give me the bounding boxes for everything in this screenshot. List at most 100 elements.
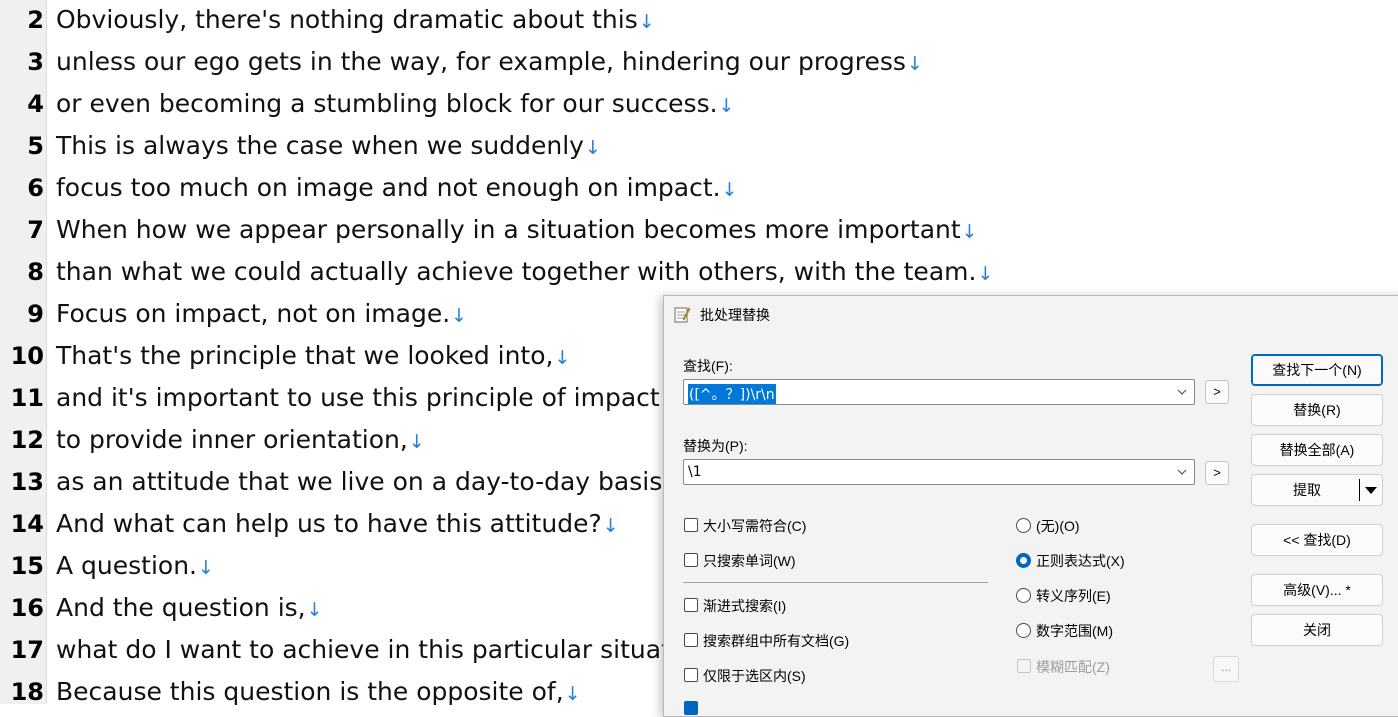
line-text[interactable]: A question.↓ [56,546,214,588]
line-text[interactable]: That's the principle that we looked into… [56,336,570,378]
find-previous-button[interactable]: << 查找(D) [1251,524,1383,556]
options-divider [683,582,988,583]
line-feed-arrow-icon: ↓ [198,557,214,579]
line-number: 14 [10,510,44,538]
advanced-button[interactable]: 高级(V)... * [1251,574,1383,606]
line-content[interactable]: to provide inner orientation, [56,425,408,454]
whole-word-checkbox[interactable] [684,553,698,567]
line-text[interactable]: And what can help us to have this attitu… [56,504,619,546]
line-content[interactable]: That's the principle that we looked into… [56,341,553,370]
selection-only-checkbox[interactable] [684,668,698,682]
find-combobox[interactable]: ([^。？])\r\n [683,379,1195,405]
chevron-down-icon[interactable] [1176,386,1188,398]
editor-line[interactable]: 5 This is always the case when we suddenl… [0,126,1398,168]
line-text[interactable]: This is always the case when we suddenly… [56,126,601,168]
line-feed-arrow-icon: ↓ [638,11,655,33]
incremental-search-checkbox[interactable] [684,598,698,612]
find-input[interactable]: ([^。？])\r\n [688,384,776,404]
editor-line[interactable]: 7 When how we appear personally in a situ… [0,210,1398,252]
line-number: 16 [10,594,44,622]
line-content[interactable]: And the question is, [56,593,306,622]
close-button[interactable]: 关闭 [1251,614,1383,646]
dialog-titlebar[interactable]: 批处理替换 [664,296,1398,333]
find-next-button[interactable]: 查找下一个(N) [1251,354,1383,386]
notepad-pencil-icon [674,307,690,323]
match-case-label[interactable]: 大小写需符合(C) [703,516,806,536]
line-text[interactable]: Because this question is the opposite of… [56,672,581,714]
editor-line[interactable]: 8 than what we could actually achieve tog… [0,252,1398,294]
line-text[interactable]: When how we appear personally in a situa… [56,210,978,252]
mode-none-label[interactable]: (无)(O) [1036,516,1080,536]
mode-number-range-label[interactable]: 数字范围(M) [1036,621,1113,641]
line-content[interactable]: And what can help us to have this attitu… [56,509,602,538]
line-number: 7 [27,216,44,244]
extract-button-label: 提取 [1293,482,1321,498]
line-text[interactable]: and it's important to use this principle… [56,378,677,420]
mode-escape-label[interactable]: 转义序列(E) [1036,586,1111,606]
line-number: 18 [10,678,44,706]
line-number: 12 [10,426,44,454]
line-number: 15 [10,552,44,580]
line-content[interactable]: as an attitude that we live on a day-to-… [56,467,670,496]
line-text[interactable]: Focus on impact, not on image.↓ [56,294,467,336]
match-case-checkbox[interactable] [684,518,698,532]
editor-line[interactable]: 4 or even becoming a stumbling block for … [0,84,1398,126]
replace-all-button[interactable]: 替换全部(A) [1251,434,1383,466]
line-text[interactable]: to provide inner orientation,↓ [56,420,425,462]
editor-line[interactable]: 6 focus too much on image and not enough … [0,168,1398,210]
line-content[interactable]: Focus on impact, not on image. [56,299,450,328]
line-text[interactable]: unless our ego gets in the way, for exam… [56,42,923,84]
dialog-title: 批处理替换 [700,307,770,323]
line-content[interactable]: focus too much on image and not enough o… [56,173,721,202]
line-text[interactable]: what do I want to achieve in this partic… [56,630,695,672]
editor-line[interactable]: 2 Obviously, there's nothing dramatic abo… [0,0,1398,42]
line-text[interactable]: as an attitude that we live on a day-to-… [56,462,687,504]
line-text[interactable]: or even becoming a stumbling block for o… [56,84,734,126]
partial-checkbox-checked[interactable] [684,701,698,715]
line-content[interactable]: When how we appear personally in a situa… [56,215,961,244]
line-content[interactable]: what do I want to achieve in this partic… [56,635,678,664]
fuzzy-options-button: ... [1213,656,1239,682]
line-feed-arrow-icon: ↓ [906,53,923,75]
line-content[interactable]: Because this question is the opposite of… [56,677,564,706]
line-number: 17 [10,636,44,664]
line-content[interactable]: Obviously, there's nothing dramatic abou… [56,5,638,34]
mode-none-radio[interactable] [1016,518,1031,533]
line-feed-arrow-icon: ↓ [306,599,323,621]
incremental-search-label[interactable]: 渐进式搜索(I) [703,596,786,616]
mode-regex-radio[interactable] [1016,553,1031,568]
line-content[interactable]: and it's important to use this principle… [56,383,660,412]
mode-number-range-radio[interactable] [1016,623,1031,638]
line-text[interactable]: than what we could actually achieve toge… [56,252,993,294]
line-feed-arrow-icon: ↓ [961,221,978,243]
replace-combobox[interactable]: \1 [683,459,1195,485]
extract-button[interactable]: 提取 [1251,474,1383,506]
selection-only-label[interactable]: 仅限于选区内(S) [703,666,806,686]
line-text[interactable]: And the question is,↓ [56,588,323,630]
mode-regex-label[interactable]: 正则表达式(X) [1036,551,1125,571]
fuzzy-match-checkbox [1017,659,1031,673]
line-content[interactable]: or even becoming a stumbling block for o… [56,89,718,118]
editor-line[interactable]: 3 unless our ego gets in the way, for exa… [0,42,1398,84]
dropdown-arrow-icon[interactable] [1365,487,1377,494]
search-all-docs-checkbox[interactable] [684,633,698,647]
line-content[interactable]: A question. [56,551,197,580]
line-content[interactable]: unless our ego gets in the way, for exam… [56,47,906,76]
find-expand-button[interactable]: > [1205,380,1229,404]
line-number: 5 [27,132,44,160]
search-all-docs-label[interactable]: 搜索群组中所有文档(G) [703,631,849,651]
line-text[interactable]: focus too much on image and not enough o… [56,168,738,210]
line-content[interactable]: This is always the case when we suddenly [56,131,584,160]
replace-input[interactable]: \1 [688,464,702,480]
fuzzy-match-label: 模糊匹配(Z) [1036,659,1110,675]
line-feed-arrow-icon: ↓ [721,179,738,201]
mode-escape-radio[interactable] [1016,588,1031,603]
chevron-down-icon[interactable] [1176,466,1188,478]
line-content[interactable]: than what we could actually achieve toge… [56,257,976,286]
line-number: 8 [27,258,44,286]
whole-word-label[interactable]: 只搜索单词(W) [703,551,796,571]
line-feed-arrow-icon: ↓ [977,263,994,285]
replace-button[interactable]: 替换(R) [1251,394,1383,426]
replace-expand-button[interactable]: > [1205,461,1229,485]
line-text[interactable]: Obviously, there's nothing dramatic abou… [56,0,655,42]
